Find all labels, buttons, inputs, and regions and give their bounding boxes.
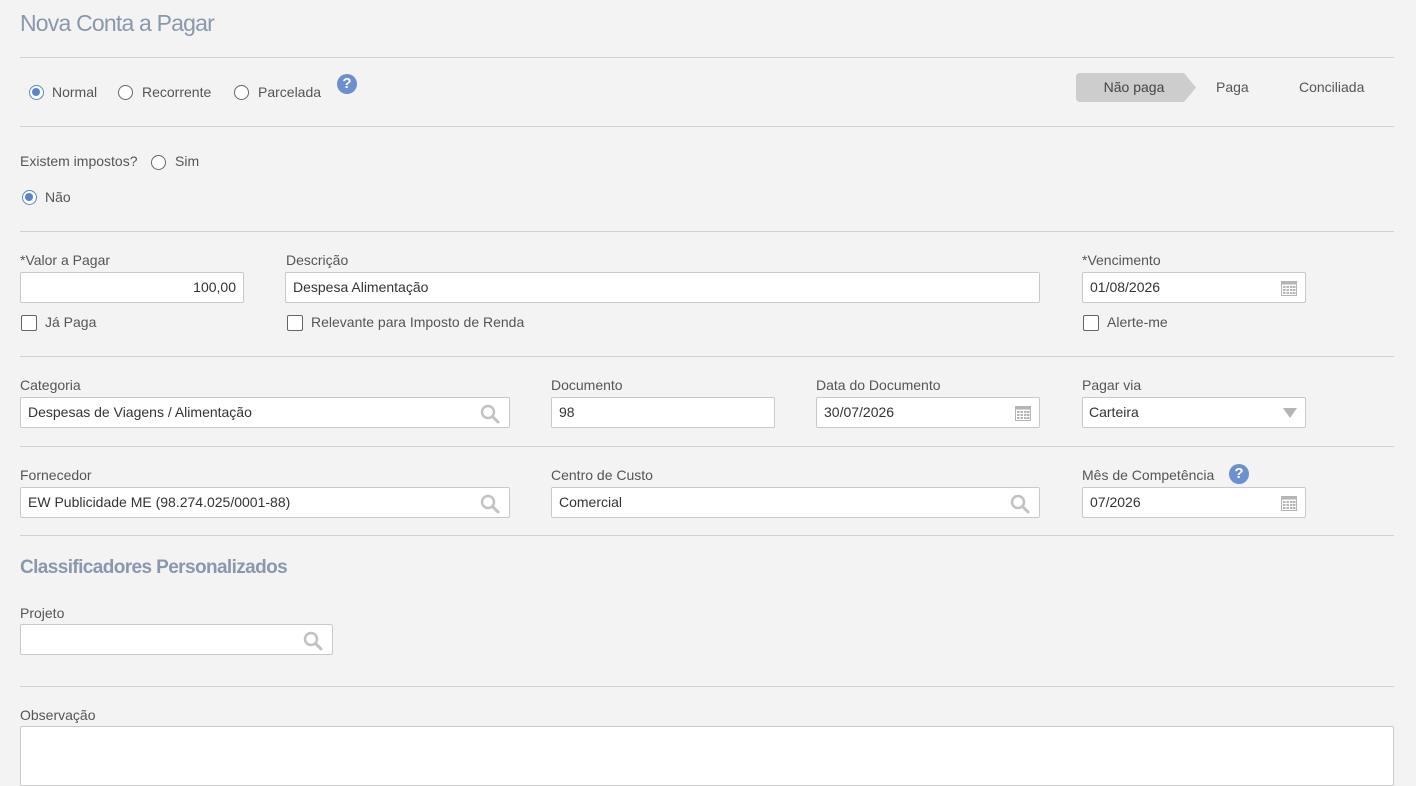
search-icon[interactable] <box>303 631 323 651</box>
vencimento-input[interactable]: 01/08/2026 <box>1082 272 1306 303</box>
radio-taxes-sim[interactable] <box>151 155 166 170</box>
projeto-label: Projeto <box>20 605 65 621</box>
divider <box>20 686 1394 687</box>
vencimento-label: *Vencimento <box>1082 252 1161 268</box>
valor-label: *Valor a Pagar <box>20 252 111 268</box>
categoria-value: Despesas de Viagens / Alimentação <box>28 404 252 420</box>
radio-taxes-nao-label[interactable]: Não <box>45 189 71 205</box>
status-step-conciliada[interactable]: Conciliada <box>1299 73 1364 102</box>
pagar-via-label: Pagar via <box>1082 377 1142 393</box>
status-step-paga[interactable]: Paga <box>1216 73 1249 102</box>
ja-paga-label[interactable]: Já Paga <box>45 314 96 330</box>
pagar-via-value: Carteira <box>1089 404 1139 420</box>
descricao-label: Descrição <box>286 252 349 268</box>
radio-parcelada[interactable] <box>234 85 249 100</box>
divider <box>20 57 1394 58</box>
divider <box>20 356 1394 357</box>
documento-input[interactable]: 98 <box>551 397 775 428</box>
centro-custo-label: Centro de Custo <box>551 467 653 483</box>
observacao-textarea[interactable] <box>20 726 1394 786</box>
calendar-icon[interactable] <box>1281 495 1297 511</box>
radio-normal[interactable] <box>29 85 44 100</box>
search-icon[interactable] <box>480 494 500 514</box>
competencia-input[interactable]: 07/2026 <box>1082 487 1306 518</box>
vencimento-value: 01/08/2026 <box>1090 279 1161 295</box>
page-title: Nova Conta a Pagar <box>20 10 215 36</box>
chevron-down-icon <box>1283 408 1297 418</box>
fornecedor-label: Fornecedor <box>20 467 92 483</box>
competencia-label: Mês de Competência <box>1082 467 1215 483</box>
search-icon[interactable] <box>1010 494 1030 514</box>
data-documento-input[interactable]: 30/07/2026 <box>816 397 1040 428</box>
categoria-label: Categoria <box>20 377 81 393</box>
pagar-via-select[interactable]: Carteira <box>1082 397 1306 428</box>
calendar-icon[interactable] <box>1015 405 1031 421</box>
alerte-me-checkbox[interactable] <box>1083 315 1099 331</box>
radio-normal-label[interactable]: Normal <box>52 84 97 100</box>
radio-recorrente[interactable] <box>118 85 133 100</box>
alerte-me-label[interactable]: Alerte-me <box>1107 314 1168 330</box>
radio-recorrente-label[interactable]: Recorrente <box>142 84 211 100</box>
descricao-input[interactable]: Despesa Alimentação <box>285 272 1040 303</box>
radio-taxes-sim-label[interactable]: Sim <box>175 153 199 169</box>
search-icon[interactable] <box>480 404 500 424</box>
fornecedor-input[interactable]: EW Publicidade ME (98.274.025/0001-88) <box>20 487 510 518</box>
projeto-input[interactable] <box>20 624 333 655</box>
relevante-ir-label[interactable]: Relevante para Imposto de Renda <box>311 314 524 330</box>
ja-paga-checkbox[interactable] <box>21 315 37 331</box>
valor-input[interactable]: 100,00 <box>20 272 244 303</box>
observacao-label: Observação <box>20 707 96 723</box>
centro-custo-value: Comercial <box>559 494 623 510</box>
categoria-input[interactable]: Despesas de Viagens / Alimentação <box>20 397 510 428</box>
competencia-value: 07/2026 <box>1090 494 1141 510</box>
taxes-question: Existem impostos? <box>20 153 138 169</box>
fornecedor-value: EW Publicidade ME (98.274.025/0001-88) <box>28 494 291 510</box>
centro-custo-input[interactable]: Comercial <box>551 487 1040 518</box>
divider <box>20 446 1394 447</box>
documento-label: Documento <box>551 377 623 393</box>
divider <box>20 535 1394 536</box>
status-step-nao-paga[interactable]: Não paga <box>1076 73 1196 102</box>
radio-parcelada-label[interactable]: Parcelada <box>258 84 321 100</box>
radio-taxes-nao[interactable] <box>22 190 37 205</box>
help-icon[interactable]: ? <box>337 74 357 94</box>
help-icon[interactable]: ? <box>1229 464 1249 484</box>
data-documento-label: Data do Documento <box>816 377 941 393</box>
calendar-icon[interactable] <box>1281 280 1297 296</box>
status-step-nao-paga-label: Não paga <box>1103 79 1165 95</box>
relevante-ir-checkbox[interactable] <box>287 315 303 331</box>
data-documento-value: 30/07/2026 <box>824 404 895 420</box>
section-title: Classificadores Personalizados <box>20 557 288 578</box>
divider <box>20 231 1394 232</box>
divider <box>20 126 1394 127</box>
